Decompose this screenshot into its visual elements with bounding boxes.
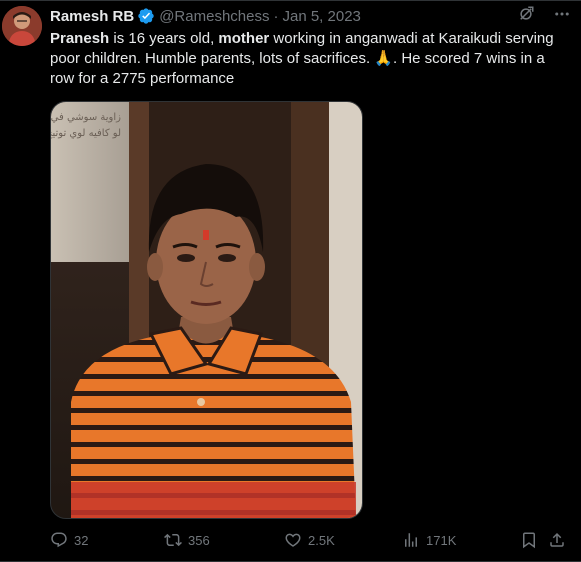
tweet[interactable]: Ramesh RB @Rameshchess · Jan 5, 2023 Pra… [0,0,581,562]
tweet-photo[interactable]: زاوية سوشي في مصر لو كافيه لوي توتيخ [50,101,363,519]
tweet-content: Ramesh RB @Rameshchess · Jan 5, 2023 Pra… [50,1,571,549]
separator-dot: · [273,7,279,25]
grok-icon[interactable] [517,5,535,23]
author-name[interactable]: Ramesh RB [50,8,134,25]
reply-icon [50,531,68,549]
views-icon [402,531,420,549]
tweet-actions: 32 356 2.5K 171K [50,531,571,553]
header-actions [517,5,571,23]
sign-text-2: لو كافيه لوي توتيخ [51,128,121,139]
reply-count: 32 [74,532,89,548]
tweet-text: Pranesh is 16 years old, mother working … [50,29,567,89]
views-count: 171K [426,532,457,548]
avatar[interactable] [2,6,42,46]
like-icon [284,531,302,549]
text-bold-mother: mother [218,30,270,47]
retweet-count: 356 [188,532,210,548]
sign-text-1: زاوية سوشي في مصر [51,112,121,123]
views-button[interactable]: 171K [402,531,456,549]
share-icon [548,531,566,549]
text-segment-1: is 16 years old, [109,30,219,47]
like-count: 2.5K [308,532,335,548]
verified-badge-icon [137,7,155,25]
bookmark-button[interactable] [520,531,538,549]
folded-hands-emoji: 🙏 [374,50,393,67]
author-handle[interactable]: @Rameshchess [159,8,269,25]
bookmark-icon [520,531,538,549]
mention-pranesh: Pranesh [50,30,110,47]
retweet-icon [164,531,182,549]
like-button[interactable]: 2.5K [284,531,335,549]
retweet-button[interactable]: 356 [164,531,210,549]
more-icon[interactable] [553,5,571,23]
tweet-date[interactable]: Jan 5, 2023 [282,8,360,25]
tweet-header: Ramesh RB @Rameshchess · Jan 5, 2023 [50,3,571,29]
reply-button[interactable]: 32 [50,531,88,549]
share-button[interactable] [548,531,566,549]
